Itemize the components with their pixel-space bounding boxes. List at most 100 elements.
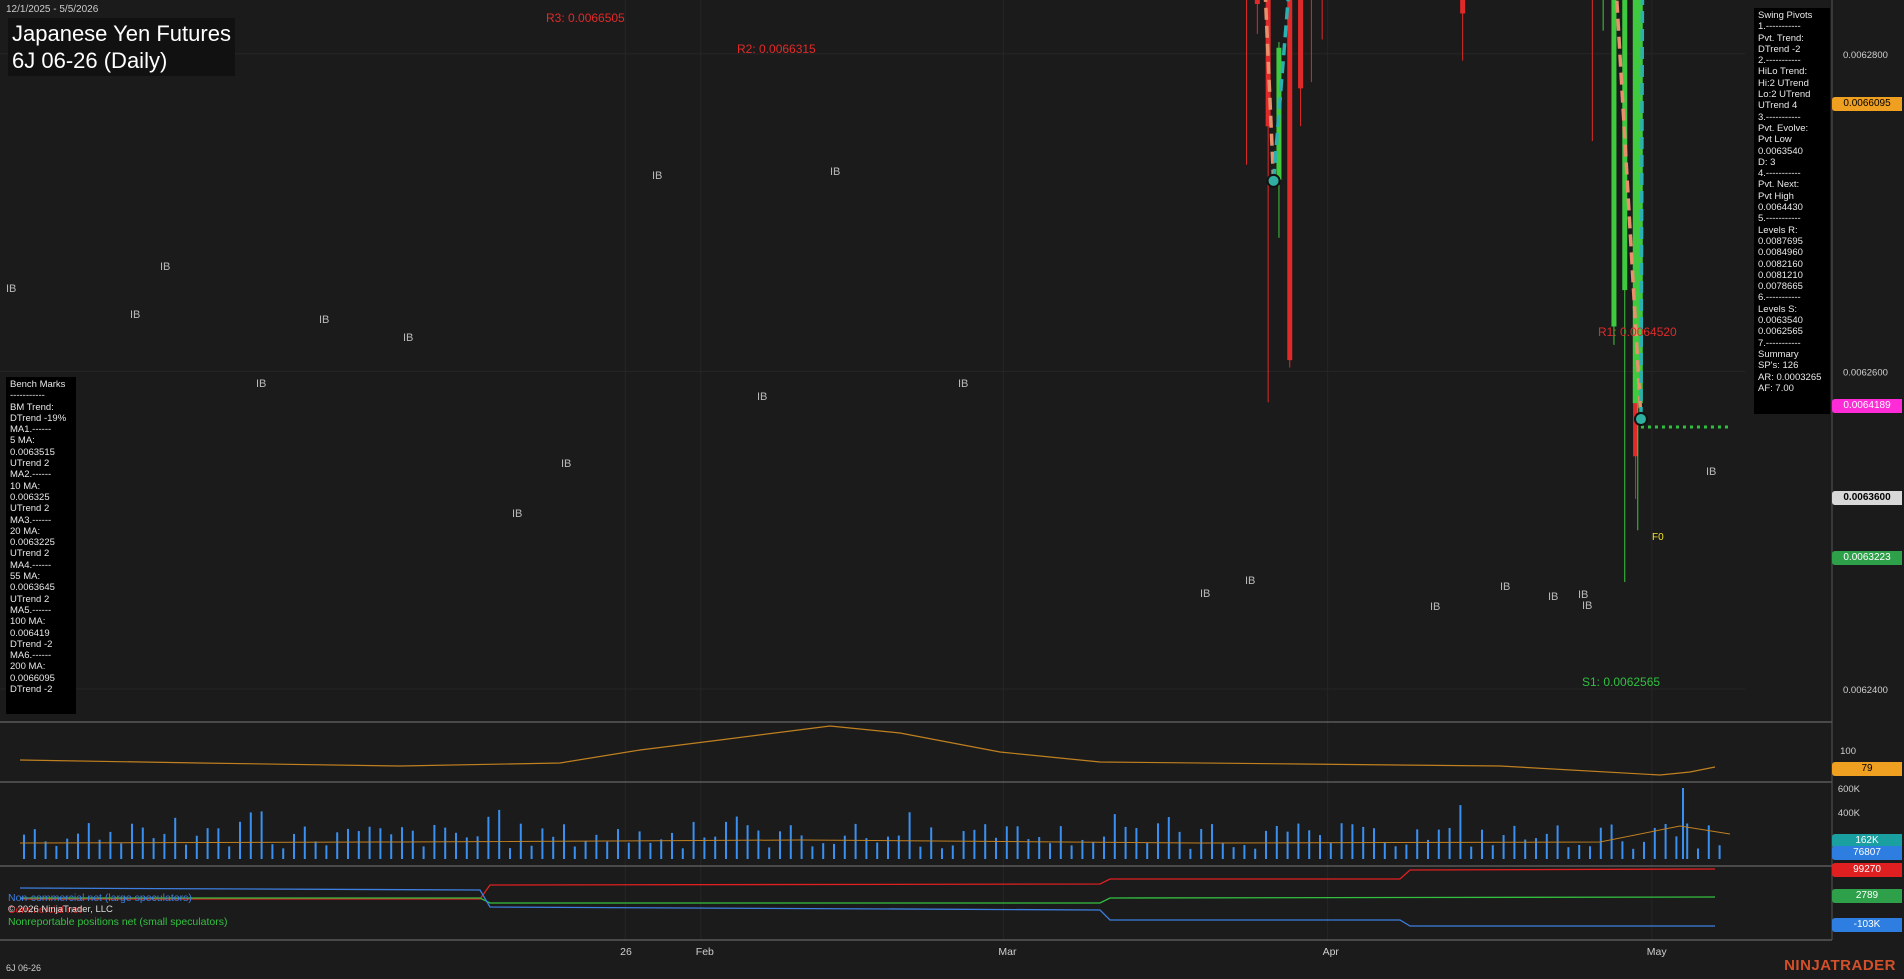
- time-axis-label: Feb: [696, 946, 714, 958]
- ib-label: IB: [1430, 601, 1440, 613]
- bench-marks-line: 5 MA:: [10, 435, 35, 447]
- bench-marks-line: 0.0063225: [10, 537, 55, 549]
- bench-marks-line: 55 MA:: [10, 571, 41, 583]
- ib-label: IB: [1548, 591, 1558, 603]
- volume-level-600k: 600K: [1837, 784, 1860, 795]
- swing-pivots-line: 0.0063540: [1758, 315, 1803, 327]
- bench-marks-line: MA2.------: [10, 469, 52, 481]
- bench-marks-line: -----------: [10, 390, 45, 402]
- cot-commercial-tag: 99270: [1832, 863, 1902, 877]
- ib-label: IB: [830, 166, 840, 178]
- indicator-value-tag: 79: [1832, 762, 1902, 776]
- swing-pivots-line: 4.-----------: [1758, 168, 1801, 180]
- bench-marks-panel: Bench Marks ----------- BM Trend: DTrend -1…: [6, 377, 76, 714]
- r3-label: R3: 0.0066505: [546, 11, 625, 25]
- date-range: 12/1/2025 - 5/5/2026: [6, 4, 99, 15]
- last-price-tag: 0.0063600: [1832, 491, 1902, 505]
- time-axis-label: May: [1647, 946, 1668, 958]
- bench-marks-line: DTrend -2: [10, 638, 53, 650]
- ib-label: IB: [757, 391, 767, 403]
- ib-label: IB: [561, 458, 571, 470]
- volume-level-400k: 400K: [1837, 808, 1860, 819]
- swing-pivots-line: SP's: 126: [1758, 360, 1799, 372]
- swing-pivots-line: Swing Pivots: [1758, 10, 1813, 21]
- bench-marks-line: MA4.------: [10, 559, 52, 571]
- time-axis-label: Apr: [1323, 946, 1340, 958]
- bench-marks-line: UTrend 2: [10, 548, 50, 560]
- bench-marks-line: MA6.------: [10, 650, 52, 662]
- bench-marks-line: BM Trend:: [10, 401, 54, 413]
- swing-pivots-line: 6.-----------: [1758, 292, 1801, 304]
- ib-label: IB: [403, 332, 413, 344]
- candle-body: [1254, 0, 1260, 5]
- swing-pivots-line: 0.0081210: [1758, 269, 1803, 281]
- time-axis-label: 26: [620, 946, 632, 958]
- pivot-dot: [1635, 414, 1646, 425]
- cot-nonreportable-tag: 2789: [1832, 889, 1902, 903]
- swing-pivots-line: DTrend -2: [1758, 43, 1801, 55]
- bench-marks-line: MA3.------: [10, 514, 52, 526]
- cot-noncommercial-tag: -103K: [1832, 918, 1902, 932]
- r1-label: R1: 0.0064520: [1598, 325, 1677, 339]
- swing-pivots-line: HiLo Trend:: [1758, 66, 1808, 78]
- ib-label: IB: [160, 261, 170, 273]
- bench-marks-line: 20 MA:: [10, 525, 41, 537]
- ib-label: IB: [1245, 575, 1255, 587]
- bench-marks-line: UTrend 2: [10, 503, 50, 515]
- swing-pivots-line: 2.-----------: [1758, 55, 1801, 67]
- f0-label: F0: [1652, 532, 1664, 543]
- legend-nonreportable: Nonreportable positions net (small specu…: [8, 916, 228, 928]
- bench-marks-line: 10 MA:: [10, 480, 41, 492]
- ib-label: IB: [1706, 466, 1716, 478]
- candle-body: [1287, 0, 1293, 361]
- price-axis-label: 0.0062400: [1843, 685, 1888, 696]
- bench-marks-line: 0.006325: [10, 491, 50, 503]
- pivot-low-marker: [1266, 173, 1281, 188]
- ib-label: IB: [1500, 581, 1510, 593]
- bench-marks-line: UTrend 2: [10, 593, 50, 605]
- instrument-name: Japanese Yen Futures: [12, 21, 231, 46]
- cot-legend: Non-commercial net (large speculators) C…: [8, 892, 227, 928]
- swing-pivots-line: Pvt High: [1758, 190, 1794, 202]
- ib-label: IB: [130, 309, 140, 321]
- swing-pivots-line: 5.-----------: [1758, 213, 1801, 225]
- ib-label: IB: [652, 170, 662, 182]
- instrument-period: 6J 06-26 (Daily): [12, 48, 168, 73]
- swing-pivots-line: Pvt. Next:: [1758, 179, 1800, 191]
- candle-body: [1276, 47, 1282, 180]
- price-axis-label: 0.0062600: [1843, 367, 1888, 378]
- swing-pivots-line: 0.0064430: [1758, 202, 1803, 214]
- bench-marks-line: 0.0066095: [10, 672, 55, 684]
- brand-logo: NINJATRADER: [1784, 957, 1896, 974]
- ma200-price-tag: 0.0066095: [1832, 97, 1902, 111]
- swing-pivots-line: Lo:2 UTrend: [1758, 89, 1811, 101]
- time-axis-label: Mar: [998, 946, 1017, 958]
- bench-marks-line: 0.006419: [10, 627, 50, 639]
- ib-label: IB: [958, 378, 968, 390]
- swing-pivots-line: 0.0078665: [1758, 281, 1803, 293]
- pivot-dot: [1268, 175, 1279, 186]
- pivot-low-marker: [1633, 412, 1648, 427]
- swing-pivots-line: Levels R:: [1758, 224, 1798, 236]
- swing-pivots-panel: Swing Pivots 1.----------- Pvt. Trend: DTre…: [1754, 8, 1830, 414]
- swing-pivots-line: UTrend 4: [1758, 100, 1798, 112]
- ib-label: IB: [512, 508, 522, 520]
- swing-pivots-line: Levels S:: [1758, 303, 1798, 315]
- swing-pivots-line: 7.-----------: [1758, 337, 1801, 349]
- swing-pivots-line: 0.0063540: [1758, 145, 1803, 157]
- swing-pivots-line: 0.0087695: [1758, 235, 1803, 247]
- bench-marks-line: MA5.------: [10, 604, 52, 616]
- swing-pivots-line: Pvt Low: [1758, 134, 1792, 146]
- ib-label: IB: [1582, 600, 1592, 612]
- bench-marks-line: MA1.------: [10, 424, 52, 436]
- bench-marks-line: DTrend -2: [10, 684, 53, 696]
- chart-title: Japanese Yen Futures 6J 06-26 (Daily): [8, 18, 235, 76]
- swing-pivots-line: AF: 7.00: [1758, 382, 1794, 394]
- swing-pivots-line: AR: 0.0003265: [1758, 371, 1822, 383]
- candle: [1287, 0, 1293, 368]
- legend-noncommercial: Non-commercial net (large speculators): [8, 892, 192, 904]
- bench-marks-line: 0.0063515: [10, 446, 55, 458]
- swing-pivots-line: 1.-----------: [1758, 21, 1801, 33]
- volume-tag-2: 76807: [1832, 846, 1902, 860]
- swing-pivots-line: D: 3: [1758, 156, 1776, 168]
